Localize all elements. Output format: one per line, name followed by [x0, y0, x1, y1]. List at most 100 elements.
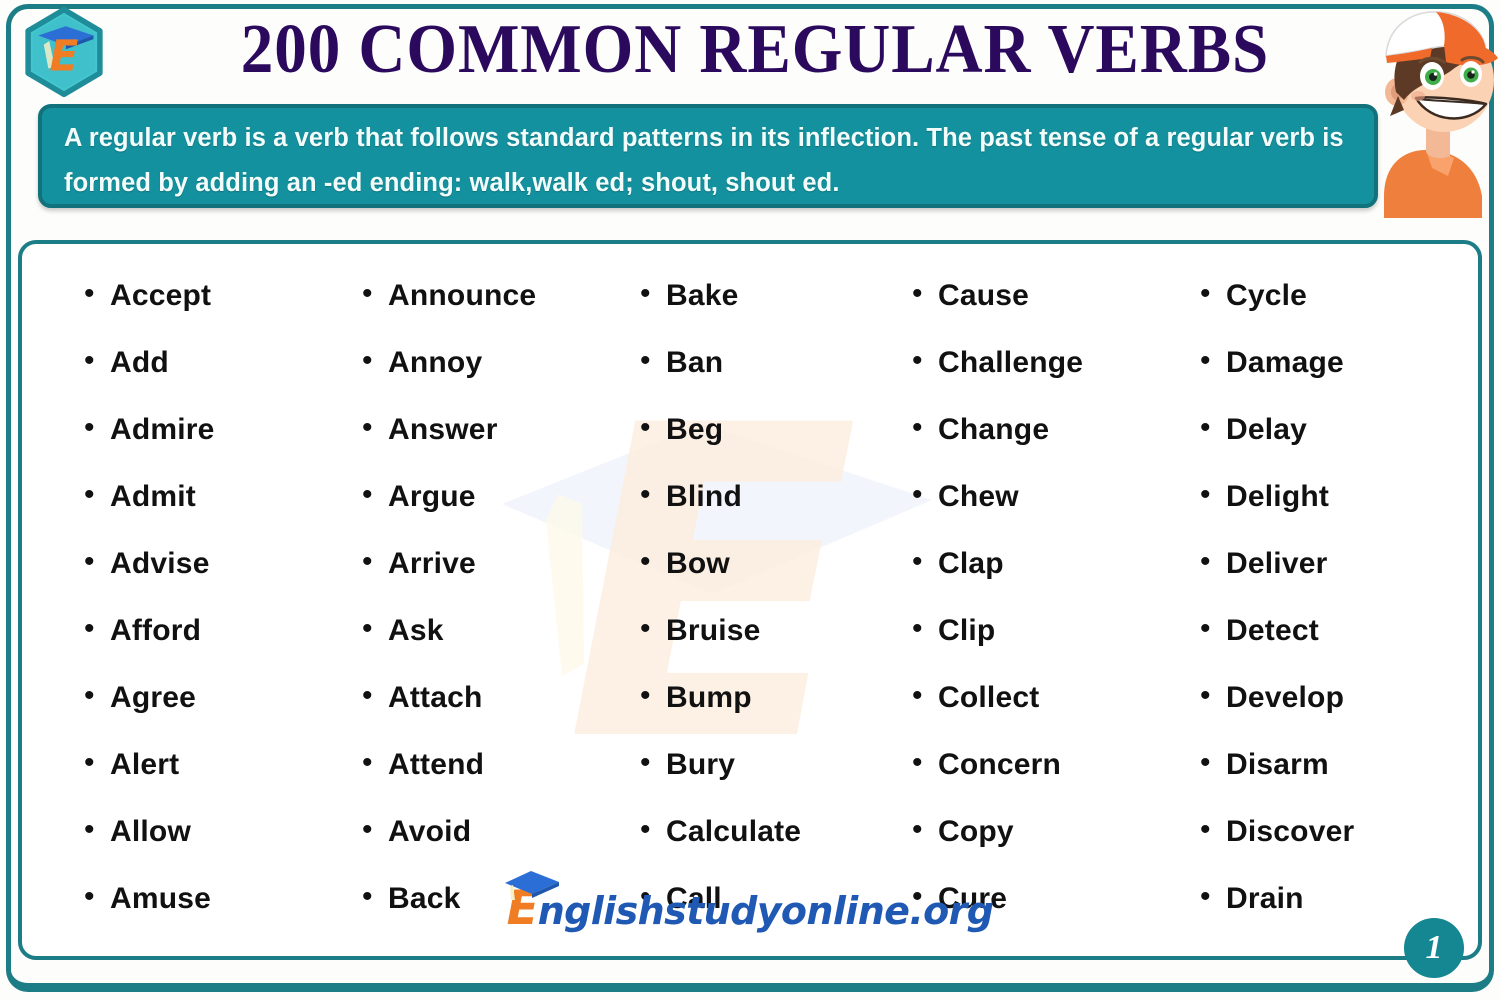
list-item: • Cycle: [1200, 262, 1478, 329]
bullet-icon: •: [640, 277, 651, 310]
page-number-badge: 1: [1404, 918, 1464, 978]
list-item: • Clip: [912, 597, 1200, 664]
bullet-icon: •: [362, 746, 373, 779]
verb-label: Discover: [1226, 815, 1355, 848]
bullet-icon: •: [84, 411, 95, 444]
verb-label: Concern: [938, 748, 1062, 781]
graduation-cap-icon: [504, 870, 559, 900]
bullet-icon: •: [362, 679, 373, 712]
verb-label: Agree: [110, 681, 197, 714]
verb-label: Admire: [110, 413, 215, 446]
verb-label: Cycle: [1226, 279, 1308, 312]
verb-label: Ban: [666, 346, 724, 379]
verb-label: Damage: [1226, 346, 1344, 379]
list-item: • Avoid: [362, 798, 640, 865]
verb-column-2: • Announce • Annoy • Answer • Argue • Arrive …: [362, 262, 640, 916]
verb-label: Deliver: [1226, 547, 1328, 580]
bullet-icon: •: [362, 813, 373, 846]
bullet-icon: •: [1200, 478, 1211, 511]
list-item: • Cause: [912, 262, 1200, 329]
bullet-icon: •: [1200, 344, 1211, 377]
list-item: • Delay: [1200, 396, 1478, 463]
header: E 200 COMMON REGULAR VERBS: [0, 0, 1500, 100]
verb-label: Admit: [110, 480, 196, 513]
bullet-icon: •: [1200, 277, 1211, 310]
list-item: • Blind: [640, 463, 912, 530]
bullet-icon: •: [912, 612, 923, 645]
bullet-icon: •: [912, 277, 923, 310]
list-item: • Admire: [84, 396, 362, 463]
verb-label: Delight: [1226, 480, 1330, 513]
bullet-icon: •: [640, 813, 651, 846]
verb-label: Collect: [938, 681, 1040, 714]
list-item: • Clap: [912, 530, 1200, 597]
verb-label: Change: [938, 413, 1050, 446]
bullet-icon: •: [640, 612, 651, 645]
bullet-icon: •: [912, 746, 923, 779]
list-item: • Challenge: [912, 329, 1200, 396]
bullet-icon: •: [84, 277, 95, 310]
verb-label: Copy: [938, 815, 1014, 848]
wordmark-group: E nglishstudyonline.org: [504, 870, 994, 933]
bullet-icon: •: [1200, 411, 1211, 444]
list-item: • Detect: [1200, 597, 1478, 664]
list-item: • Arrive: [362, 530, 640, 597]
verb-label: Arrive: [388, 547, 476, 580]
verb-label: Challenge: [938, 346, 1084, 379]
verb-label: Add: [110, 346, 169, 379]
verb-columns: • Accept • Add • Admire • Admit • Advise • Aff…: [22, 244, 1478, 916]
list-item: • Delight: [1200, 463, 1478, 530]
list-item: • Alert: [84, 731, 362, 798]
list-item: • Chew: [912, 463, 1200, 530]
verb-label: Beg: [666, 413, 724, 446]
list-item: • Bruise: [640, 597, 912, 664]
bullet-icon: •: [912, 813, 923, 846]
bullet-icon: •: [362, 612, 373, 645]
verb-label: Cause: [938, 279, 1030, 312]
cartoon-boy-icon: [1384, 11, 1498, 218]
bullet-icon: •: [912, 344, 923, 377]
list-item: • Afford: [84, 597, 362, 664]
bullet-icon: •: [84, 679, 95, 712]
verb-label: Bump: [666, 681, 752, 714]
list-item: • Damage: [1200, 329, 1478, 396]
bullet-icon: •: [84, 545, 95, 578]
list-item: • Calculate: [640, 798, 912, 865]
bullet-icon: •: [362, 344, 373, 377]
bullet-icon: •: [640, 746, 651, 779]
verb-column-1: • Accept • Add • Admire • Admit • Advise • Aff…: [84, 262, 362, 916]
verb-label: Calculate: [666, 815, 802, 848]
bullet-icon: •: [84, 478, 95, 511]
verb-label: Clip: [938, 614, 996, 647]
list-item: • Bow: [640, 530, 912, 597]
list-item: • Bump: [640, 664, 912, 731]
bullet-icon: •: [1200, 813, 1211, 846]
list-item: • Announce: [362, 262, 640, 329]
verb-label: Annoy: [388, 346, 483, 379]
bullet-icon: •: [362, 411, 373, 444]
list-item: • Accept: [84, 262, 362, 329]
verb-column-5: • Cycle • Damage • Delay • Delight • Deliver …: [1200, 262, 1478, 916]
bullet-icon: •: [1200, 746, 1211, 779]
bullet-icon: •: [84, 746, 95, 779]
verb-label: Ask: [388, 614, 444, 647]
site-wordmark[interactable]: E nglishstudyonline.org: [22, 870, 1478, 936]
bullet-icon: •: [1200, 679, 1211, 712]
bullet-icon: •: [362, 545, 373, 578]
list-item: • Allow: [84, 798, 362, 865]
verb-label: Detect: [1226, 614, 1319, 647]
verb-label: Avoid: [388, 815, 472, 848]
wordmark-text: nglishstudyonline.org: [537, 888, 994, 933]
bullet-icon: •: [84, 344, 95, 377]
bullet-icon: •: [912, 411, 923, 444]
svg-text:E: E: [50, 31, 79, 80]
verb-label: Blind: [666, 480, 742, 513]
brand-logo-icon: E: [25, 6, 103, 98]
list-item: • Develop: [1200, 664, 1478, 731]
description-text: A regular verb is a verb that follows st…: [64, 124, 1344, 197]
list-item: • Bake: [640, 262, 912, 329]
description-banner: A regular verb is a verb that follows st…: [38, 104, 1378, 208]
bullet-icon: •: [84, 813, 95, 846]
verb-label: Disarm: [1226, 748, 1329, 781]
bullet-icon: •: [1200, 612, 1211, 645]
